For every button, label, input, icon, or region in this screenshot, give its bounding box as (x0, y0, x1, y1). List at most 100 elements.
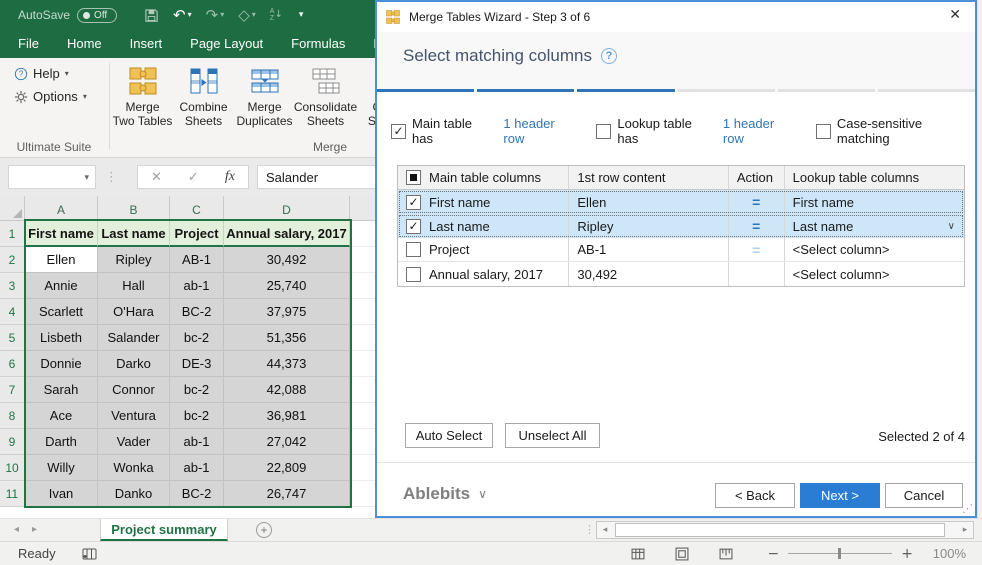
sheet-nav-left-icon[interactable]: ◂ (14, 524, 19, 535)
cell[interactable]: 22,809 (224, 455, 350, 481)
row-checkbox-checked[interactable] (406, 195, 421, 210)
ribbon-button-combine-sheets[interactable]: CombineSheets (173, 61, 234, 128)
chevron-down-icon[interactable]: ∨ (948, 221, 955, 232)
redo-dropdown-icon[interactable]: ▾ (220, 0, 224, 30)
zoom-level[interactable]: 100% (928, 546, 966, 561)
help-button[interactable]: ? Help▾ (14, 66, 108, 81)
cell[interactable]: Annual salary, 2017 (224, 221, 350, 247)
tab-scroll-splitter-icon[interactable]: ⋮ (584, 523, 595, 536)
cell[interactable]: bc-2 (170, 403, 224, 429)
resize-grip-icon[interactable]: ⋰ (962, 502, 973, 515)
cell[interactable]: ab-1 (170, 429, 224, 455)
cell[interactable]: Darko (98, 351, 170, 377)
sheet-nav-right-icon[interactable]: ▸ (32, 524, 37, 535)
name-box[interactable]: ▾ (8, 165, 96, 189)
cancel-button[interactable]: Cancel (885, 483, 963, 508)
ink-button[interactable]: ◇▾ (231, 0, 263, 30)
cell[interactable]: Ripley (98, 247, 170, 273)
cell[interactable]: Annie (25, 273, 98, 299)
row-number[interactable]: 10 (0, 455, 25, 481)
lookup-column-select[interactable]: <Select column> (785, 262, 964, 286)
cell[interactable]: 27,042 (224, 429, 350, 455)
name-box-dropdown-icon[interactable]: ▾ (84, 172, 89, 183)
checkbox-unchecked[interactable] (596, 124, 611, 139)
macro-record-button[interactable] (82, 548, 97, 560)
grid-row-last-name[interactable]: Last name Ripley = Last name∨ (398, 214, 964, 238)
ribbon-button-consolidate-sheets[interactable]: ConsolidateSheets (295, 61, 356, 128)
cell[interactable]: Sarah (25, 377, 98, 403)
ablebits-menu[interactable]: Ablebits ∨ (403, 484, 487, 504)
formula-bar-splitter-icon[interactable]: ⋮ (105, 170, 118, 185)
select-all-corner[interactable] (0, 196, 25, 221)
zoom-slider-thumb[interactable] (838, 548, 841, 559)
cell[interactable]: BC-2 (170, 299, 224, 325)
cell[interactable]: Ace (25, 403, 98, 429)
view-page-layout-button[interactable] (675, 547, 689, 561)
cell[interactable]: Connor (98, 377, 170, 403)
ribbon-button-merge-duplicates[interactable]: MergeDuplicates (234, 61, 295, 128)
autosave-control[interactable]: AutoSave Off (18, 8, 117, 23)
enter-entry-icon[interactable]: ✓ (188, 170, 199, 185)
cell[interactable]: Hall (98, 273, 170, 299)
view-page-break-button[interactable] (719, 547, 733, 561)
column-header-c[interactable]: C (170, 196, 224, 221)
row-number[interactable]: 11 (0, 481, 25, 507)
header-row-link[interactable]: 1 header row (503, 116, 577, 146)
back-button[interactable]: < Back (715, 483, 795, 508)
new-sheet-button[interactable]: + (256, 522, 272, 538)
row-number[interactable]: 6 (0, 351, 25, 377)
option-case-sensitive[interactable]: Case-sensitive matching (816, 116, 975, 146)
header-row-link[interactable]: 1 header row (723, 116, 797, 146)
cell[interactable]: Vader (98, 429, 170, 455)
cell[interactable]: 26,747 (224, 481, 350, 507)
row-checkbox-unchecked[interactable] (406, 242, 421, 257)
auto-select-button[interactable]: Auto Select (405, 423, 493, 448)
column-header-d[interactable]: D (224, 196, 350, 221)
tab-insert[interactable]: Insert (116, 30, 177, 58)
zoom-slider[interactable] (788, 553, 892, 554)
active-cell[interactable]: Ellen (25, 247, 98, 273)
cell[interactable]: Project (170, 221, 224, 247)
cell[interactable]: ab-1 (170, 455, 224, 481)
tab-file[interactable]: File (4, 30, 53, 58)
checkbox-checked[interactable] (391, 124, 406, 139)
cell[interactable]: bc-2 (170, 325, 224, 351)
select-all-checkbox[interactable] (406, 170, 421, 185)
cell[interactable]: Last name (98, 221, 170, 247)
cell[interactable]: BC-2 (170, 481, 224, 507)
row-number[interactable]: 3 (0, 273, 25, 299)
sheet-tab-project-summary[interactable]: Project summary (100, 519, 228, 541)
row-number[interactable]: 9 (0, 429, 25, 455)
row-number[interactable]: 5 (0, 325, 25, 351)
cell[interactable]: 36,981 (224, 403, 350, 429)
horizontal-scrollbar[interactable]: ◂ ▸ (596, 521, 974, 539)
lookup-column-select[interactable]: Last name∨ (785, 214, 964, 238)
scrollbar-thumb[interactable] (615, 523, 945, 537)
cell[interactable]: ab-1 (170, 273, 224, 299)
options-button[interactable]: Options▾ (14, 89, 108, 104)
grid-row-first-name[interactable]: First name Ellen = First name (398, 190, 964, 214)
row-number[interactable]: 7 (0, 377, 25, 403)
cell[interactable]: 25,740 (224, 273, 350, 299)
cell[interactable]: 44,373 (224, 351, 350, 377)
cancel-entry-icon[interactable]: ✕ (151, 170, 162, 185)
dialog-title-bar[interactable]: Merge Tables Wizard - Step 3 of 6 ✕ (377, 2, 975, 32)
unselect-all-button[interactable]: Unselect All (505, 423, 600, 448)
zoom-out-button[interactable]: − (763, 546, 785, 562)
column-header-a[interactable]: A (25, 196, 98, 221)
undo-button[interactable]: ↶▾ (166, 0, 199, 30)
row-checkbox-unchecked[interactable] (406, 267, 421, 282)
checkbox-unchecked[interactable] (816, 124, 831, 139)
scroll-right-icon[interactable]: ▸ (957, 525, 973, 535)
cell[interactable]: 30,492 (224, 247, 350, 273)
row-number[interactable]: 1 (0, 221, 25, 247)
view-normal-button[interactable] (631, 547, 645, 561)
lookup-column-select[interactable]: First name (785, 190, 964, 214)
row-number[interactable]: 4 (0, 299, 25, 325)
column-header-b[interactable]: B (98, 196, 170, 221)
insert-function-icon[interactable]: fx (225, 169, 235, 185)
undo-dropdown-icon[interactable]: ▾ (188, 0, 192, 30)
grid-row-project[interactable]: Project AB-1 = <Select column> (398, 238, 964, 262)
option-lookup-header-row[interactable]: Lookup table has 1 header row (596, 116, 797, 146)
zoom-in-button[interactable]: + (896, 546, 918, 562)
